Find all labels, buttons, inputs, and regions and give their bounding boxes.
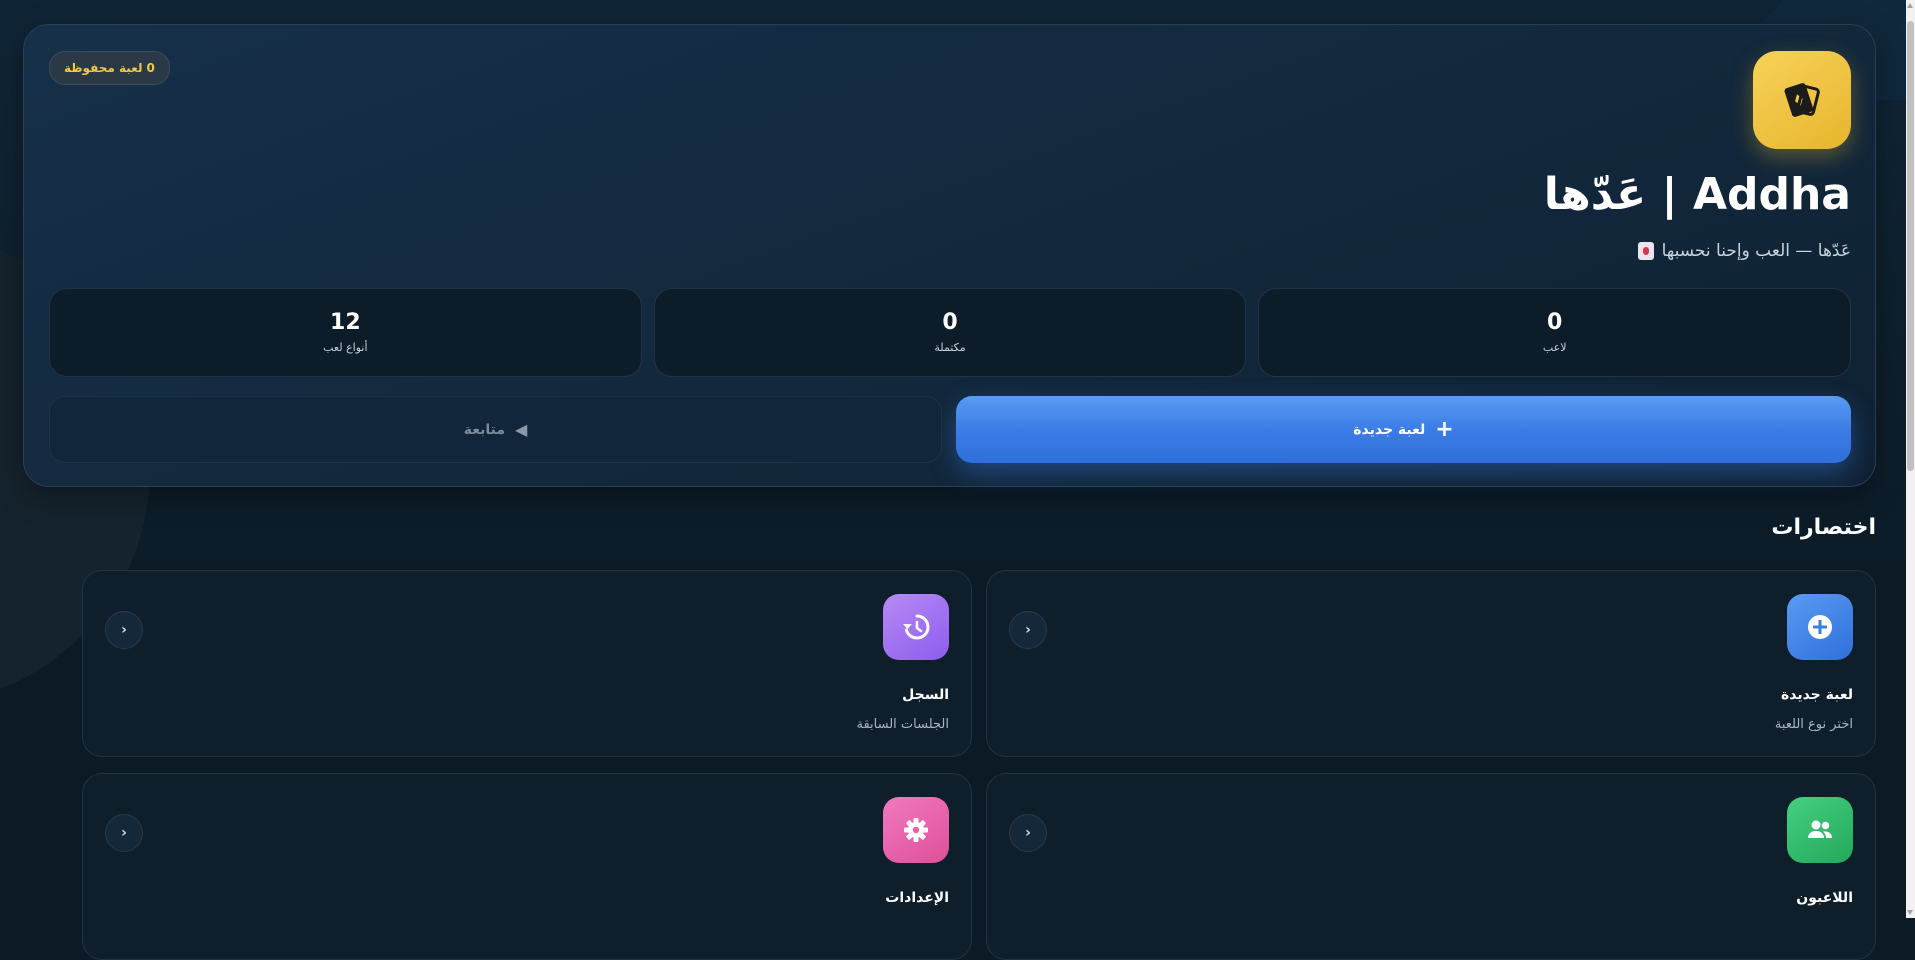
hero-actions: + لعبة جديدة ◀ متابعة	[49, 396, 1851, 463]
shortcut-title: اللاعبون	[1796, 890, 1853, 906]
chevron-left-icon[interactable]: ‹	[105, 611, 143, 649]
chevron-left-icon[interactable]: ‹	[105, 814, 143, 852]
shortcut-title: السجل	[902, 687, 949, 703]
stat-label: أنواع لعب	[323, 341, 368, 355]
stat-label: لاعب	[1542, 341, 1567, 355]
vertical-scrollbar[interactable]	[1906, 0, 1915, 918]
stat-players: 0 لاعب	[1258, 288, 1851, 377]
shortcut-subtitle: اختر نوع اللعبة	[1774, 717, 1853, 732]
shortcut-icon-tile	[1787, 594, 1853, 660]
plus-icon: +	[1435, 416, 1454, 442]
new-game-button[interactable]: + لعبة جديدة	[956, 396, 1851, 463]
hero-card: 0 لعبة محفوظة Addha | عَدّها عَدّها — ال…	[23, 24, 1876, 487]
stat-value: 0	[942, 309, 958, 335]
playing-cards-icon	[1784, 83, 1820, 117]
saved-games-badge[interactable]: 0 لعبة محفوظة	[49, 51, 170, 85]
joker-card-icon	[1637, 242, 1654, 260]
plus-circle-icon	[1808, 615, 1832, 639]
saved-games-count: 0	[146, 61, 155, 75]
app-root: 0 لعبة محفوظة Addha | عَدّها عَدّها — ال…	[0, 0, 1906, 960]
shortcut-settings[interactable]: الإعدادات ‹	[82, 773, 972, 960]
shortcut-players[interactable]: اللاعبون ‹	[986, 773, 1876, 960]
app-logo	[1753, 51, 1851, 149]
gear-icon	[904, 818, 928, 842]
shortcut-title: لعبة جديدة	[1780, 687, 1853, 703]
stats-row: 0 لاعب 0 مكتملة 12 أنواع لعب	[48, 288, 1851, 377]
scrollbar-thumb[interactable]	[1907, 21, 1914, 471]
shortcut-subtitle: الجلسات السابقة	[856, 717, 950, 732]
saved-games-label: لعبة محفوظة	[64, 61, 143, 75]
stat-completed: 0 مكتملة	[653, 288, 1247, 377]
app-title: Addha | عَدّها	[1543, 169, 1851, 220]
chevron-left-icon[interactable]: ‹	[1009, 611, 1047, 649]
scroll-down-arrow-icon[interactable]	[1907, 910, 1913, 915]
tagline-text: عَدّها — العب وإحنا نحسبها	[1661, 241, 1851, 261]
shortcut-title: الإعدادات	[885, 890, 949, 906]
shortcut-icon-tile	[1787, 797, 1853, 863]
stat-value: 0	[1547, 309, 1563, 335]
stat-game-types: 12 أنواع لعب	[48, 288, 642, 377]
shortcuts-heading: اختصارات	[1771, 515, 1876, 540]
app-tagline: عَدّها — العب وإحنا نحسبها	[1637, 241, 1851, 261]
stat-label: مكتملة	[934, 341, 966, 355]
history-icon	[903, 614, 930, 640]
users-icon	[1808, 820, 1832, 838]
shortcut-new-game[interactable]: لعبة جديدة اختر نوع اللعبة ‹	[986, 570, 1876, 757]
chevron-left-icon[interactable]: ‹	[1009, 814, 1047, 852]
shortcut-history[interactable]: السجل الجلسات السابقة ‹	[82, 570, 972, 757]
play-icon: ◀	[515, 420, 528, 439]
continue-button[interactable]: ◀ متابعة	[49, 396, 942, 463]
shortcut-icon-tile	[883, 594, 949, 660]
new-game-label: لعبة جديدة	[1353, 421, 1426, 438]
continue-label: متابعة	[463, 421, 505, 438]
shortcut-icon-tile	[883, 797, 949, 863]
stat-value: 12	[330, 309, 361, 335]
scroll-up-arrow-icon[interactable]	[1907, 3, 1913, 8]
